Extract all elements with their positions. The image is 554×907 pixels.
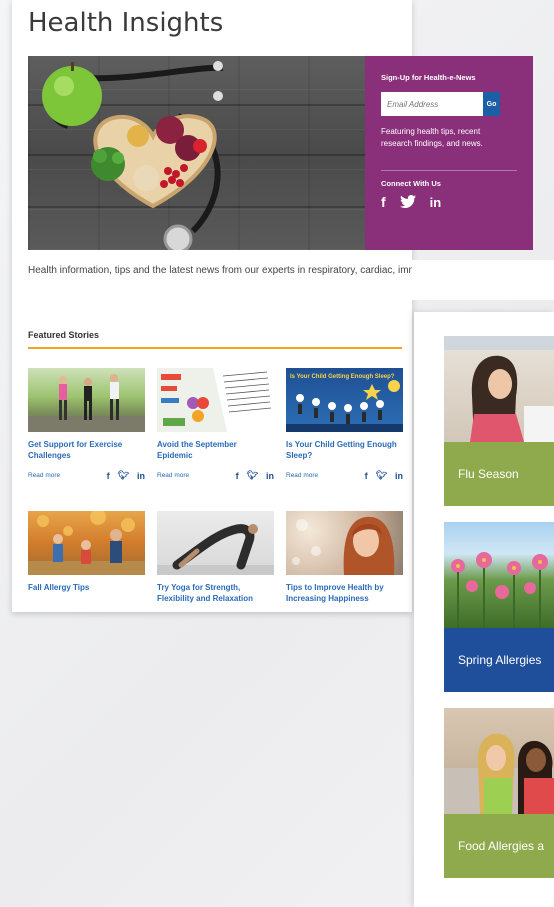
story-card-exercise[interactable]: Get Support for Exercise Challenges Read… — [28, 368, 145, 481]
topic-image — [444, 708, 554, 814]
share-icons: f 🐦︎ in — [365, 470, 403, 481]
email-signup-form: Go — [381, 92, 500, 116]
read-more-link[interactable]: Read more — [28, 472, 60, 479]
topic-tile-spring-allergies[interactable]: Spring Allergies — [444, 522, 554, 692]
topic-label[interactable]: Flu Season — [458, 467, 519, 481]
story-title[interactable]: Get Support for Exercise Challenges — [28, 439, 145, 461]
topic-image — [444, 336, 554, 442]
topic-image — [444, 522, 554, 628]
story-thumbnail[interactable]: Is Your Child Getting Enough Sleep? — [286, 368, 403, 432]
share-icons: f 🐦︎ in — [236, 470, 274, 481]
story-thumbnail[interactable] — [157, 368, 274, 432]
story-thumbnail[interactable] — [28, 368, 145, 432]
main-content-card: Health Insights Sign-Up for Health-e-New… — [12, 0, 537, 612]
topic-label[interactable]: Food Allergies a — [458, 839, 544, 853]
story-meta: Read more f 🐦︎ in — [28, 470, 145, 481]
intro-overflow-mask — [412, 260, 554, 300]
twitter-icon[interactable] — [399, 194, 416, 210]
linkedin-icon[interactable]: in — [137, 471, 145, 481]
newsletter-signup-panel: Sign-Up for Health-e-News Go Featuring h… — [365, 56, 533, 250]
facebook-icon[interactable]: f — [381, 194, 386, 210]
linkedin-icon[interactable]: in — [266, 471, 274, 481]
topic-tile-food-allergies[interactable]: Food Allergies a — [444, 708, 554, 878]
story-meta: Read more f 🐦︎ in — [286, 470, 403, 481]
linkedin-icon[interactable]: in — [395, 471, 403, 481]
story-thumbnail[interactable] — [28, 511, 145, 575]
topic-label-band: Food Allergies a — [444, 814, 554, 878]
topic-label[interactable]: Spring Allergies — [458, 653, 541, 667]
story-title[interactable]: Tips to Improve Health by Increasing Hap… — [286, 582, 403, 604]
story-card-happiness[interactable]: Tips to Improve Health by Increasing Hap… — [286, 511, 403, 604]
story-title[interactable]: Avoid the September Epidemic — [157, 439, 274, 461]
topics-column: Flu Season Spring Allergies Food Allergi… — [414, 312, 554, 907]
facebook-icon[interactable]: f — [107, 471, 110, 481]
signup-tagline: Featuring health tips, recent research f… — [381, 127, 483, 148]
story-title[interactable]: Try Yoga for Strength, Flexibility and R… — [157, 582, 274, 604]
twitter-icon[interactable]: 🐦︎ — [376, 470, 387, 481]
story-card-fall-allergy[interactable]: Fall Allergy Tips — [28, 511, 145, 593]
facebook-icon[interactable]: f — [365, 471, 368, 481]
signup-divider — [381, 170, 517, 171]
read-more-link[interactable]: Read more — [286, 472, 318, 479]
heart-healthy-food-illustration — [42, 61, 224, 250]
twitter-icon[interactable]: 🐦︎ — [247, 470, 258, 481]
share-icons: f 🐦︎ in — [107, 470, 145, 481]
topic-label-band: Spring Allergies — [444, 628, 554, 692]
hero-image — [28, 56, 365, 250]
story-thumbnail[interactable] — [286, 511, 403, 575]
thumbnail-caption: Is Your Child Getting Enough Sleep? — [290, 374, 395, 380]
story-thumbnail[interactable] — [157, 511, 274, 575]
signup-heading: Sign-Up for Health-e-News — [381, 73, 476, 82]
featured-stories-section: Featured Stories — [28, 330, 402, 349]
connect-heading: Connect With Us — [381, 179, 441, 188]
topic-tile-flu-season[interactable]: Flu Season — [444, 336, 554, 506]
featured-divider — [28, 347, 402, 349]
twitter-icon[interactable]: 🐦︎ — [118, 470, 129, 481]
read-more-link[interactable]: Read more — [157, 472, 189, 479]
page-title: Health Insights — [28, 8, 224, 38]
story-card-sleep[interactable]: Is Your Child Getting Enough Sleep? Is Y… — [286, 368, 403, 481]
featured-heading: Featured Stories — [28, 330, 100, 340]
story-title[interactable]: Is Your Child Getting Enough Sleep? — [286, 439, 403, 461]
story-title[interactable]: Fall Allergy Tips — [28, 582, 145, 593]
email-input[interactable] — [381, 92, 483, 116]
topic-label-band: Flu Season — [444, 442, 554, 506]
facebook-icon[interactable]: f — [236, 471, 239, 481]
story-card-september[interactable]: Avoid the September Epidemic Read more f… — [157, 368, 274, 481]
linkedin-icon[interactable]: in — [430, 195, 442, 210]
social-links: f in — [381, 194, 441, 210]
story-card-yoga[interactable]: Try Yoga for Strength, Flexibility and R… — [157, 511, 274, 604]
story-meta: Read more f 🐦︎ in — [157, 470, 274, 481]
go-button[interactable]: Go — [483, 92, 500, 116]
